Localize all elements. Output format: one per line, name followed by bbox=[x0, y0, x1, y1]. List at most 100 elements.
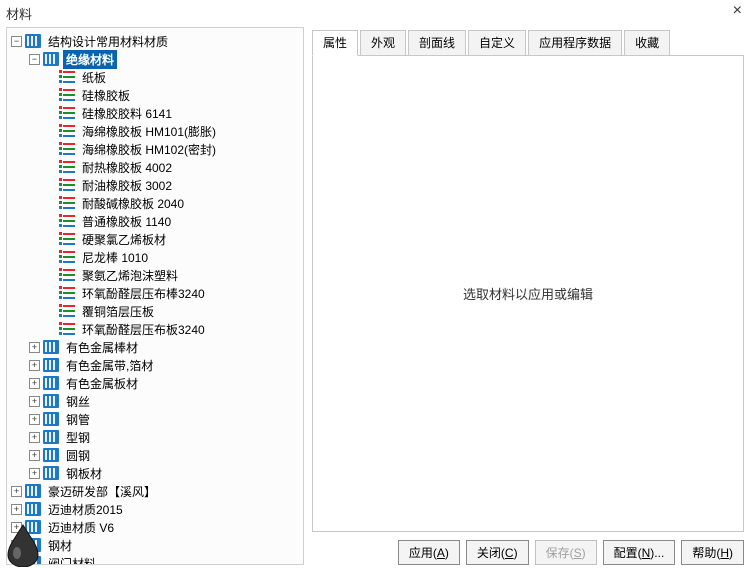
tree-item[interactable]: 硅橡胶板 bbox=[7, 86, 303, 104]
tree-category-label: 圆钢 bbox=[63, 446, 93, 465]
titlebar: 材料 × bbox=[0, 0, 750, 25]
material-icon bbox=[59, 286, 75, 300]
expand-icon[interactable]: + bbox=[11, 504, 22, 515]
expand-icon[interactable]: + bbox=[11, 486, 22, 497]
help-button[interactable]: 帮助(H) bbox=[681, 540, 744, 565]
material-tree[interactable]: − 结构设计常用材料材质 − 绝缘材料 纸板 硅橡胶板 硅橡胶胶料 6141 海… bbox=[6, 27, 304, 565]
category-icon bbox=[43, 430, 59, 444]
tree-item[interactable]: 覆铜箔层压板 bbox=[7, 302, 303, 320]
close-button[interactable]: 关闭(C) bbox=[466, 540, 529, 565]
tree-item[interactable]: 纸板 bbox=[7, 68, 303, 86]
tree-category[interactable]: + 迈迪材质 V6 bbox=[7, 518, 303, 536]
tree-item[interactable]: 耐热橡胶板 4002 bbox=[7, 158, 303, 176]
expand-icon[interactable]: + bbox=[29, 360, 40, 371]
tree-item-label: 环氧酚醛层压布板3240 bbox=[79, 320, 208, 339]
material-icon bbox=[59, 124, 75, 138]
tree-item-label: 环氧酚醛层压布棒3240 bbox=[79, 284, 208, 303]
material-icon bbox=[59, 88, 75, 102]
tree-item[interactable]: 尼龙棒 1010 bbox=[7, 248, 303, 266]
material-icon bbox=[59, 178, 75, 192]
content-placeholder: 选取材料以应用或编辑 bbox=[463, 284, 593, 303]
tab-appearance[interactable]: 外观 bbox=[360, 30, 406, 56]
tab-custom[interactable]: 自定义 bbox=[468, 30, 526, 56]
material-icon bbox=[59, 142, 75, 156]
tree-category[interactable]: − 绝缘材料 bbox=[7, 50, 303, 68]
tree-item-label: 硬聚氯乙烯板材 bbox=[79, 230, 169, 249]
tree-item-label: 海绵橡胶板 HM101(膨胀) bbox=[79, 122, 219, 141]
tree-item[interactable]: 环氧酚醛层压布板3240 bbox=[7, 320, 303, 338]
save-button: 保存(S) bbox=[535, 540, 597, 565]
expand-icon[interactable]: + bbox=[29, 432, 40, 443]
expand-icon[interactable]: + bbox=[11, 540, 22, 551]
close-icon[interactable]: × bbox=[733, 4, 742, 18]
tree-category-label: 有色金属板材 bbox=[63, 374, 141, 393]
tree-item-label: 耐油橡胶板 3002 bbox=[79, 176, 175, 195]
tree-item-label: 硅橡胶胶料 6141 bbox=[79, 104, 175, 123]
tree-category-label: 阀门材料 bbox=[45, 554, 99, 566]
tree-category-label: 绝缘材料 bbox=[63, 50, 117, 69]
material-icon bbox=[59, 160, 75, 174]
expand-icon[interactable]: + bbox=[29, 378, 40, 389]
expand-icon[interactable]: + bbox=[29, 414, 40, 425]
tree-category[interactable]: +钢管 bbox=[7, 410, 303, 428]
category-icon bbox=[43, 448, 59, 462]
tab-favorites[interactable]: 收藏 bbox=[624, 30, 670, 56]
expand-icon[interactable]: + bbox=[29, 468, 40, 479]
tree-item[interactable]: 聚氨乙烯泡沫塑料 bbox=[7, 266, 303, 284]
expand-icon[interactable]: + bbox=[29, 342, 40, 353]
expand-icon[interactable]: + bbox=[29, 396, 40, 407]
tree-item-label: 耐酸碱橡胶板 2040 bbox=[79, 194, 187, 213]
tree-item[interactable]: 普通橡胶板 1140 bbox=[7, 212, 303, 230]
tab-properties[interactable]: 属性 bbox=[312, 30, 358, 56]
tree-category-label: 迈迪材质2015 bbox=[45, 500, 126, 519]
tree-category-label: 迈迪材质 V6 bbox=[45, 518, 117, 537]
apply-button[interactable]: 应用(A) bbox=[398, 540, 460, 565]
tree-category[interactable]: 阀门材料 bbox=[7, 554, 303, 565]
tab-hatch[interactable]: 剖面线 bbox=[408, 30, 466, 56]
collapse-icon[interactable]: − bbox=[11, 36, 22, 47]
tree-category[interactable]: + 有色金属带,箔材 bbox=[7, 356, 303, 374]
collapse-icon[interactable]: − bbox=[29, 54, 40, 65]
material-icon bbox=[59, 196, 75, 210]
tree-category[interactable]: +钢丝 bbox=[7, 392, 303, 410]
tree-category[interactable]: + 钢板材 bbox=[7, 464, 303, 482]
tree-category-label: 钢材 bbox=[45, 536, 75, 555]
tree-category-label: 豪迈研发部【溪风】 bbox=[45, 482, 159, 501]
category-icon bbox=[43, 52, 59, 66]
tree-item[interactable]: 硬聚氯乙烯板材 bbox=[7, 230, 303, 248]
tab-content: 选取材料以应用或编辑 bbox=[312, 55, 744, 532]
tree-item-label: 纸板 bbox=[79, 68, 109, 87]
tree-item[interactable]: 海绵橡胶板 HM101(膨胀) bbox=[7, 122, 303, 140]
category-icon bbox=[43, 394, 59, 408]
tree-item-label: 聚氨乙烯泡沫塑料 bbox=[79, 266, 181, 285]
expand-icon[interactable]: + bbox=[11, 522, 22, 533]
tree-category[interactable]: + 迈迪材质2015 bbox=[7, 500, 303, 518]
expand-icon[interactable]: + bbox=[29, 450, 40, 461]
material-icon bbox=[59, 322, 75, 336]
tree-category-label: 钢板材 bbox=[63, 464, 105, 483]
tree-category-label: 有色金属棒材 bbox=[63, 338, 141, 357]
tree-category[interactable]: + 有色金属板材 bbox=[7, 374, 303, 392]
tree-item[interactable]: 耐油橡胶板 3002 bbox=[7, 176, 303, 194]
tree-item[interactable]: 硅橡胶胶料 6141 bbox=[7, 104, 303, 122]
tree-root-label: 结构设计常用材料材质 bbox=[45, 32, 171, 51]
config-button[interactable]: 配置(N)... bbox=[603, 540, 676, 565]
category-icon bbox=[43, 466, 59, 480]
category-icon bbox=[25, 34, 41, 48]
tree-root[interactable]: − 结构设计常用材料材质 bbox=[7, 32, 303, 50]
category-icon bbox=[43, 376, 59, 390]
tree-category[interactable]: + 豪迈研发部【溪风】 bbox=[7, 482, 303, 500]
tree-category[interactable]: +型钢 bbox=[7, 428, 303, 446]
tree-item-label: 耐热橡胶板 4002 bbox=[79, 158, 175, 177]
tree-category[interactable]: + 圆钢 bbox=[7, 446, 303, 464]
tree-category[interactable]: + 有色金属棒材 bbox=[7, 338, 303, 356]
tree-item[interactable]: 环氧酚醛层压布棒3240 bbox=[7, 284, 303, 302]
tree-category-label: 有色金属带,箔材 bbox=[63, 356, 156, 375]
tree-item[interactable]: 耐酸碱橡胶板 2040 bbox=[7, 194, 303, 212]
tab-appdata[interactable]: 应用程序数据 bbox=[528, 30, 622, 56]
category-icon bbox=[25, 520, 41, 534]
window-title: 材料 bbox=[6, 4, 32, 23]
tree-item[interactable]: 海绵橡胶板 HM102(密封) bbox=[7, 140, 303, 158]
tree-category[interactable]: + 钢材 bbox=[7, 536, 303, 554]
tabbar: 属性 外观 剖面线 自定义 应用程序数据 收藏 bbox=[312, 29, 744, 55]
